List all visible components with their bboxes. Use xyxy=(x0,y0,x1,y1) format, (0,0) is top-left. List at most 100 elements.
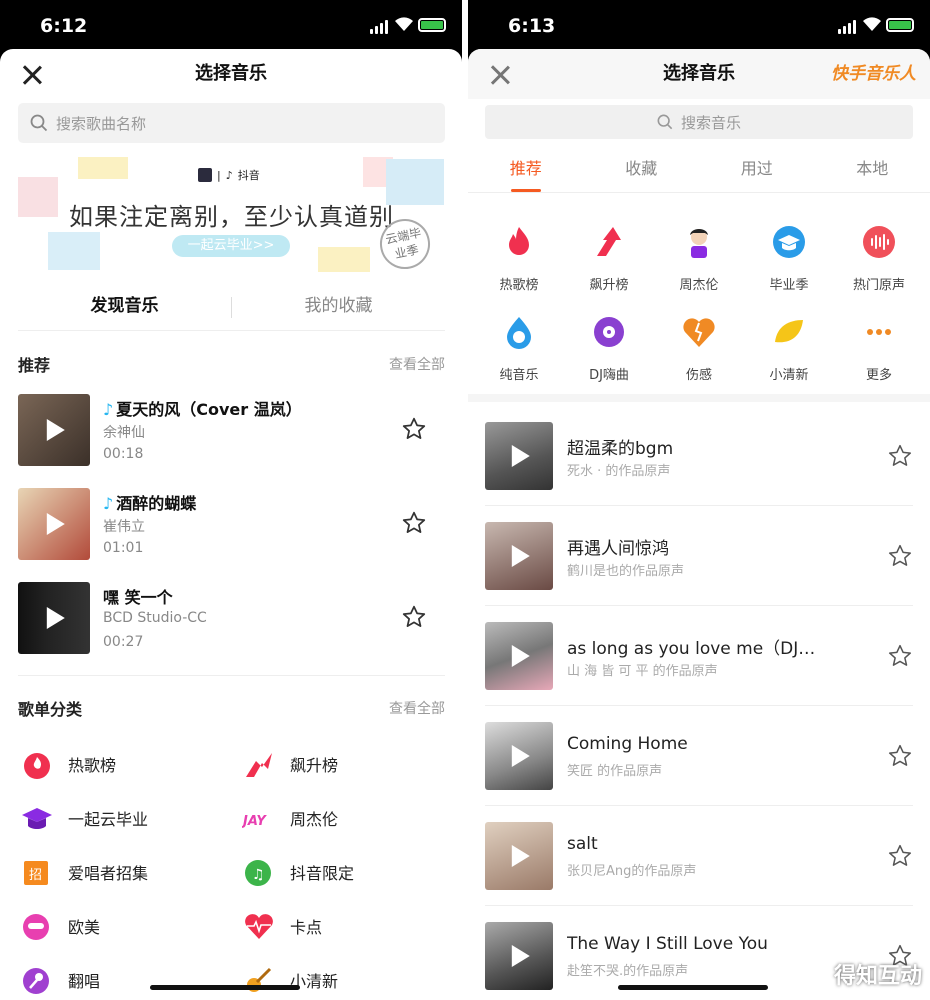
song-row[interactable]: 嘿 笑一个 BCD Studio-CC 00:27 xyxy=(18,582,445,654)
douyin-logo: | ♪ 抖音 xyxy=(198,167,260,183)
tab-discover[interactable]: 发现音乐 xyxy=(18,285,231,330)
star-icon[interactable] xyxy=(887,643,913,669)
search-input[interactable]: 搜索歌曲名称 xyxy=(18,103,445,143)
song-artist: 余神仙 xyxy=(103,425,145,441)
tab-favorites[interactable]: 收藏 xyxy=(584,149,700,192)
song-row[interactable]: as long as you love me（DJ… 山 海 皆 可 平 的作品… xyxy=(485,606,913,706)
grid-label: 更多 xyxy=(865,368,892,383)
song-row[interactable]: salt 张贝尼Ang的作品原声 xyxy=(485,806,913,906)
play-icon[interactable] xyxy=(46,419,65,441)
grid-item-more[interactable]: 更多 xyxy=(833,314,925,383)
category-recruit[interactable]: 招 爱唱者招集 xyxy=(20,852,220,892)
song-cover[interactable] xyxy=(485,422,553,490)
grid-label: 毕业季 xyxy=(769,278,809,293)
grid-item-rising-chart[interactable]: 飙升榜 xyxy=(563,224,655,293)
music-picker-sheet: 选择音乐 搜索歌曲名称 | ♪ 抖音 如果注定离别，至少认真道别 一起云毕业>> 云… xyxy=(0,49,462,1000)
song-row[interactable]: ♪ 夏天的风（Cover 温岚） 余神仙 00:18 xyxy=(18,394,445,466)
kuaishou-musician-link[interactable]: 快手音乐人 xyxy=(831,49,916,99)
song-title: ♪ 夏天的风（Cover 温岚） xyxy=(103,400,302,419)
play-icon[interactable] xyxy=(46,513,65,535)
home-indicator[interactable] xyxy=(150,985,300,990)
grid-item-graduation[interactable]: 毕业季 xyxy=(743,224,835,293)
category-label: 翻唱 xyxy=(68,972,101,991)
western-icon xyxy=(23,914,49,940)
song-row[interactable]: 再遇人间惊鸿 鹤川是也的作品原声 xyxy=(485,506,913,606)
song-row[interactable]: Coming Home 笑匠 的作品原声 xyxy=(485,706,913,806)
tab-used[interactable]: 用过 xyxy=(699,149,815,192)
star-icon[interactable] xyxy=(887,443,913,469)
song-cover[interactable] xyxy=(485,722,553,790)
promo-banner[interactable]: | ♪ 抖音 如果注定离别，至少认真道别 一起云毕业>> 云端毕业季 xyxy=(18,157,445,277)
song-cover[interactable] xyxy=(485,822,553,890)
song-source: 鹤川是也的作品原声 xyxy=(567,564,685,579)
play-icon[interactable] xyxy=(46,607,65,629)
song-cover[interactable] xyxy=(485,522,553,590)
tab-favorites[interactable]: 我的收藏 xyxy=(232,285,445,330)
star-icon[interactable] xyxy=(401,604,427,630)
song-row[interactable]: ♪ 酒醉的蝴蝶 崔伟立 01:01 xyxy=(18,488,445,560)
play-icon[interactable] xyxy=(511,645,530,667)
grid-label: 周杰伦 xyxy=(679,278,719,293)
banner-button[interactable]: 一起云毕业>> xyxy=(172,235,290,257)
categories-view-all[interactable]: 查看全部 xyxy=(389,698,445,718)
grid-item-jay[interactable]: 周杰伦 xyxy=(653,224,745,293)
category-graduation[interactable]: 一起云毕业 xyxy=(20,798,220,838)
header: 选择音乐 xyxy=(0,49,462,99)
grid-item-pure-music[interactable]: 纯音乐 xyxy=(473,314,565,383)
grid-item-hot-chart[interactable]: 热歌榜 xyxy=(473,224,565,293)
song-cover[interactable] xyxy=(18,394,90,466)
song-source: 笑匠 的作品原声 xyxy=(567,764,663,779)
play-icon[interactable] xyxy=(511,545,530,567)
star-icon[interactable] xyxy=(887,743,913,769)
grid-item-dj[interactable]: DJ嗨曲 xyxy=(563,314,655,383)
category-rising-chart[interactable]: 飙升榜 xyxy=(242,744,442,784)
category-jay[interactable]: JAY 周杰伦 xyxy=(242,798,442,838)
song-cover[interactable] xyxy=(18,582,90,654)
star-icon[interactable] xyxy=(887,543,913,569)
song-title: Coming Home xyxy=(567,734,688,754)
star-icon[interactable] xyxy=(887,843,913,869)
song-cover[interactable] xyxy=(485,622,553,690)
close-icon[interactable] xyxy=(490,65,510,85)
music-picker-sheet: 选择音乐 快手音乐人 搜索音乐 推荐 收藏 用过 本地 热歌榜 飙升榜 周杰伦 xyxy=(468,49,930,1000)
category-western[interactable]: 欧美 xyxy=(20,906,220,946)
header: 选择音乐 快手音乐人 xyxy=(468,49,930,99)
right-phone-screen: 6:13 选择音乐 快手音乐人 搜索音乐 推荐 收藏 用过 本地 热歌榜 飙升榜… xyxy=(468,0,930,1000)
home-indicator[interactable] xyxy=(618,985,768,990)
play-icon[interactable] xyxy=(511,445,530,467)
grid-item-fresh[interactable]: 小清新 xyxy=(743,314,835,383)
tab-recommend[interactable]: 推荐 xyxy=(468,149,584,192)
watermark: 得知互动 xyxy=(833,964,922,989)
left-phone-screen: 6:12 选择音乐 搜索歌曲名称 | ♪ 抖音 如果注定离别，至少认真道别 一起云毕… xyxy=(0,0,462,1000)
category-hot-chart[interactable]: 热歌榜 xyxy=(20,744,220,784)
song-row[interactable]: 超温柔的bgm 死水 · 的作品原声 xyxy=(485,406,913,506)
grid-item-sad[interactable]: 伤感 xyxy=(653,314,745,383)
category-douyin-limited[interactable]: ♫ 抖音限定 xyxy=(242,852,442,892)
jay-avatar-icon xyxy=(690,229,708,258)
close-icon[interactable] xyxy=(22,65,42,85)
song-duration: 00:18 xyxy=(103,446,144,462)
search-input[interactable]: 搜索音乐 xyxy=(485,105,913,139)
category-beat[interactable]: 卡点 xyxy=(242,906,442,946)
play-icon[interactable] xyxy=(511,745,530,767)
grid-item-popular-sound[interactable]: 热门原声 xyxy=(833,224,925,293)
grid-label: DJ嗨曲 xyxy=(589,368,629,383)
song-cover[interactable] xyxy=(485,922,553,990)
leaf-icon xyxy=(775,320,803,343)
star-icon[interactable] xyxy=(401,510,427,536)
category-label: 周杰伦 xyxy=(290,810,339,829)
broken-heart-icon xyxy=(683,318,715,347)
play-icon[interactable] xyxy=(511,845,530,867)
search-icon xyxy=(30,114,48,132)
play-icon[interactable] xyxy=(511,945,530,967)
recommend-view-all[interactable]: 查看全部 xyxy=(389,354,445,374)
jay-icon: JAY xyxy=(242,814,267,829)
category-fresh[interactable]: 小清新 xyxy=(242,960,442,1000)
status-bar: 6:13 xyxy=(468,0,930,50)
tab-local[interactable]: 本地 xyxy=(815,149,930,192)
category-cover[interactable]: 翻唱 xyxy=(20,960,220,1000)
song-cover[interactable] xyxy=(18,488,90,560)
song-source: 死水 · 的作品原声 xyxy=(567,464,671,479)
categories-section-header: 歌单分类 查看全部 xyxy=(18,693,445,723)
star-icon[interactable] xyxy=(401,416,427,442)
